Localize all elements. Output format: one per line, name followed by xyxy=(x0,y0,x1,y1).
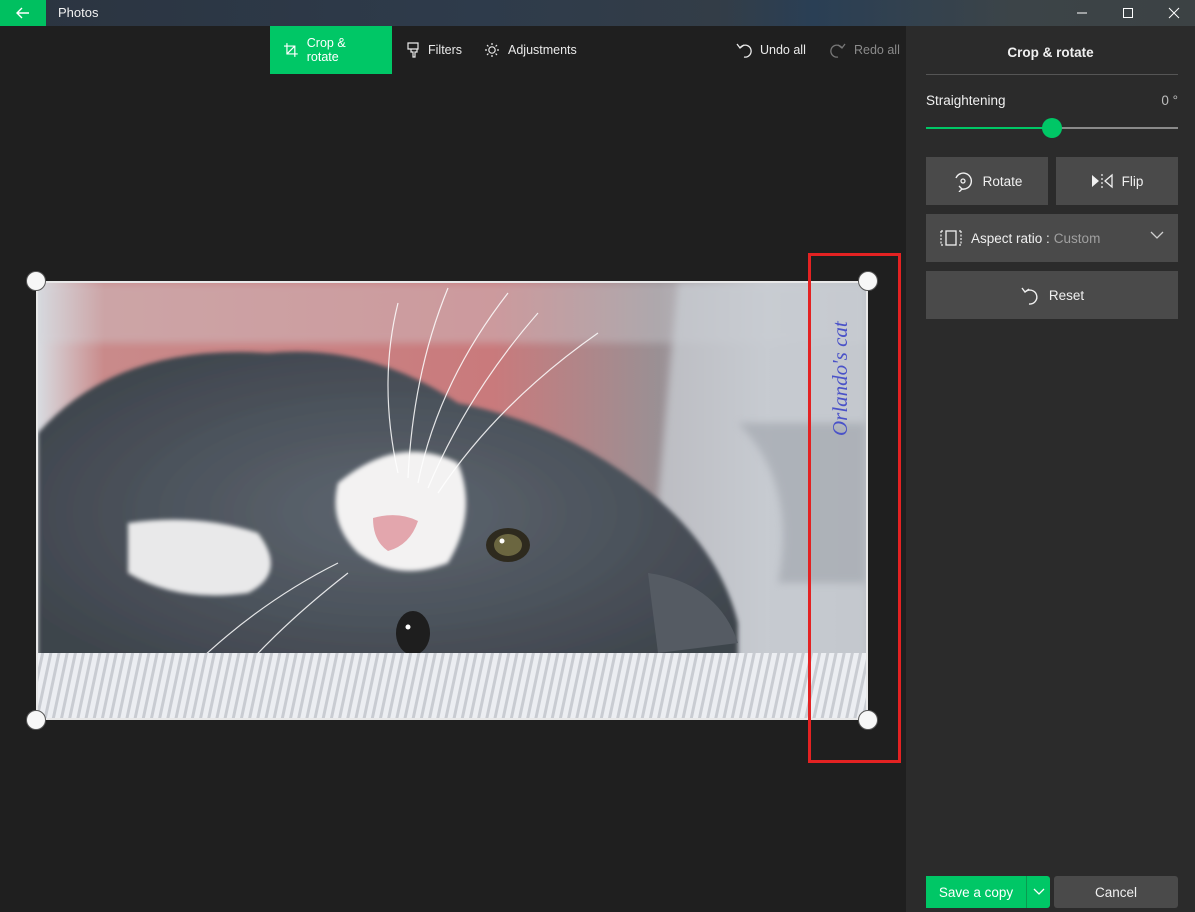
brightness-icon xyxy=(485,43,499,57)
aspect-ratio-dropdown[interactable]: Aspect ratio : Custom xyxy=(926,214,1178,262)
flip-button[interactable]: Flip xyxy=(1056,157,1178,205)
tab-adjustments[interactable]: Adjustments xyxy=(472,26,589,74)
watermark-text: Orlando's cat xyxy=(828,321,852,436)
rotate-icon xyxy=(954,172,972,192)
tab-filters-label: Filters xyxy=(428,43,463,57)
filter-brush-icon xyxy=(407,42,419,58)
reset-button[interactable]: Reset xyxy=(926,271,1178,319)
photo-image[interactable] xyxy=(36,281,868,720)
crop-handle-bottom-right[interactable] xyxy=(858,710,878,730)
crop-handle-top-left[interactable] xyxy=(26,271,46,291)
flip-icon xyxy=(1091,173,1113,189)
tab-adjustments-label: Adjustments xyxy=(508,43,577,57)
redo-all-button[interactable]: Redo all xyxy=(818,26,912,74)
title-bar: Photos xyxy=(0,0,1195,26)
crop-handle-bottom-left[interactable] xyxy=(26,710,46,730)
undo-icon xyxy=(736,43,752,58)
tab-filters[interactable]: Filters xyxy=(394,26,474,74)
tab-crop-rotate[interactable]: Crop & rotate xyxy=(270,26,392,74)
cat-photo xyxy=(38,283,866,718)
chevron-down-icon xyxy=(1033,888,1044,895)
minimize-button[interactable] xyxy=(1059,0,1105,26)
reset-icon xyxy=(1021,287,1038,305)
aspect-ratio-label: Aspect ratio : xyxy=(971,230,1050,246)
aspect-ratio-value: Custom xyxy=(1053,230,1101,246)
straightening-value: 0 ° xyxy=(1161,93,1178,108)
aspect-ratio-icon xyxy=(940,230,962,246)
chevron-down-icon xyxy=(1150,231,1164,239)
app-title: Photos xyxy=(58,5,99,20)
minimize-icon xyxy=(1077,12,1087,14)
rotate-button[interactable]: Rotate xyxy=(926,157,1048,205)
slider-thumb[interactable] xyxy=(1042,118,1062,138)
save-a-copy-button[interactable]: Save a copy xyxy=(926,876,1026,908)
crop-icon xyxy=(283,43,298,57)
crop-rotate-panel: Crop & rotate Straightening 0 ° Rotate F… xyxy=(906,26,1195,912)
undo-all-label: Undo all xyxy=(760,43,806,57)
back-button[interactable] xyxy=(0,0,46,26)
reset-label: Reset xyxy=(1048,287,1085,303)
redo-all-label: Redo all xyxy=(854,43,900,57)
flip-label: Flip xyxy=(1121,173,1144,189)
panel-divider xyxy=(926,74,1178,75)
slider-fill xyxy=(926,127,1052,129)
cancel-button[interactable]: Cancel xyxy=(1054,876,1178,908)
straightening-slider[interactable] xyxy=(926,118,1178,138)
redo-icon xyxy=(830,43,846,58)
straightening-label: Straightening xyxy=(926,93,1006,108)
maximize-button[interactable] xyxy=(1105,0,1151,26)
save-options-dropdown[interactable] xyxy=(1026,876,1050,908)
close-icon xyxy=(1168,7,1180,19)
undo-all-button[interactable]: Undo all xyxy=(724,26,818,74)
crop-handle-top-right[interactable] xyxy=(858,271,878,291)
panel-title: Crop & rotate xyxy=(1007,45,1094,60)
photos-app-window: Photos Crop & rotate Filters Adjustments… xyxy=(0,0,1195,912)
tab-crop-rotate-label: Crop & rotate xyxy=(306,36,346,64)
rotate-label: Rotate xyxy=(982,173,1023,189)
back-arrow-icon xyxy=(16,7,29,19)
close-button[interactable] xyxy=(1151,0,1195,26)
maximize-icon xyxy=(1123,8,1133,18)
